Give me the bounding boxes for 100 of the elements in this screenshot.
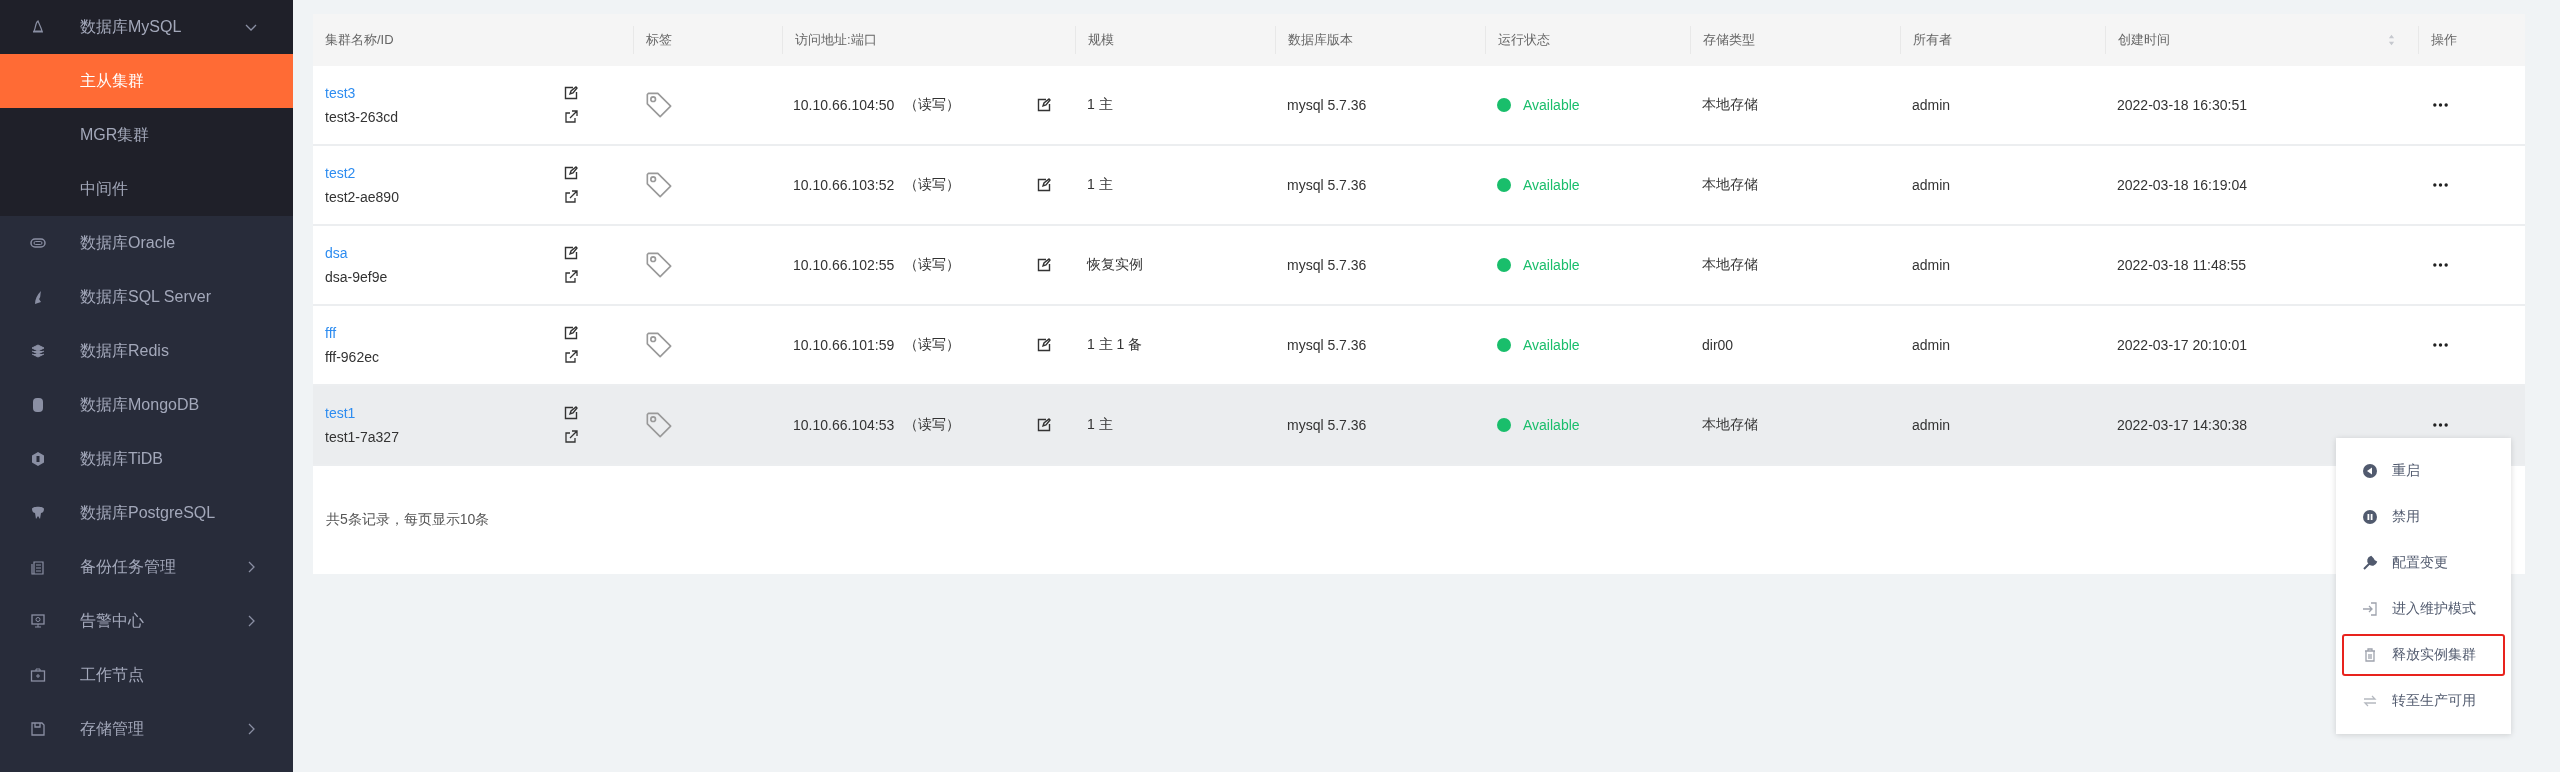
menu-item[interactable]: 配置变更 [2342, 542, 2505, 584]
record-count-text: 共5条记录，每页显示10条 [326, 511, 490, 529]
column-header: 集群名称/ID [325, 31, 394, 49]
status-dot [1497, 98, 1511, 112]
edit-icon[interactable] [564, 166, 578, 180]
submenu-item[interactable]: 中间件 [0, 162, 293, 216]
cluster-name-link[interactable]: fff [325, 325, 379, 341]
cluster-name-link[interactable]: dsa [325, 245, 388, 261]
wrench-icon [2362, 555, 2378, 571]
edit-icon[interactable] [1037, 98, 1051, 112]
restart-icon [2362, 463, 2378, 479]
hexagon-icon [30, 451, 46, 467]
sidebar-item[interactable]: 数据库MySQL [0, 0, 293, 54]
table-cell: 恢复实例 [1087, 256, 1143, 274]
sidebar-item[interactable]: 备份任务管理 [0, 540, 293, 594]
status-dot [1497, 178, 1511, 192]
sidebar-item[interactable]: 数据库Oracle [0, 216, 293, 270]
table-cell: mysql 5.7.36 [1287, 97, 1367, 113]
sidebar-item[interactable]: 工作节点 [0, 648, 293, 702]
table-cell: mysql 5.7.36 [1287, 257, 1367, 273]
sidebar-item[interactable]: 数据库Redis [0, 324, 293, 378]
table-cell: 2022-03-18 16:30:51 [2117, 97, 2247, 113]
access-mode: （读写） [904, 96, 961, 114]
status-text: Available [1523, 97, 1580, 113]
table-cell: 本地存储 [1702, 176, 1758, 194]
access-mode: （读写） [904, 336, 961, 354]
table-cell: 2022-03-18 16:19:04 [2117, 177, 2247, 193]
more-icon[interactable] [2432, 343, 2449, 347]
table-cell: admin [1912, 337, 1951, 353]
link-icon[interactable] [564, 350, 578, 364]
tag-icon[interactable] [645, 91, 673, 119]
save-icon [30, 721, 46, 737]
status-dot [1497, 418, 1511, 432]
table-row[interactable]: test3 test3-263cd 10.10.66.104:50 （读写） 1 主 mysql 5.7.36 Available 本地存储 admin 2022-03-18 16:30:51 [313, 66, 2525, 146]
toolbox-icon [30, 667, 46, 683]
table-cell: 本地存储 [1702, 416, 1758, 434]
table-row[interactable]: test2 test2-ae890 10.10.66.103:52 （读写） 1 主 mysql 5.7.36 Available 本地存储 admin 2022-03-18 16:19:04 [313, 146, 2525, 226]
cluster-name-link[interactable]: test2 [325, 165, 399, 181]
column-header: 运行状态 [1498, 31, 1550, 49]
menu-item[interactable]: 禁用 [2342, 496, 2505, 538]
address-text: 10.10.66.104:53 [793, 417, 895, 433]
table-cell: mysql 5.7.36 [1287, 417, 1367, 433]
tag-icon[interactable] [645, 331, 673, 359]
table-cell: 2022-03-17 20:10:01 [2117, 337, 2247, 353]
edit-icon[interactable] [1037, 418, 1051, 432]
address-text: 10.10.66.102:55 [793, 257, 895, 273]
menu-item[interactable]: 释放实例集群 [2342, 634, 2505, 676]
link-icon[interactable] [564, 190, 578, 204]
address-text: 10.10.66.101:59 [793, 337, 895, 353]
sidebar-item[interactable]: 数据库PostgreSQL [0, 486, 293, 540]
enter-icon [2362, 601, 2378, 617]
more-icon[interactable] [2432, 103, 2449, 107]
sidebar-item[interactable]: 数据库SQL Server [0, 270, 293, 324]
sidebar-item[interactable]: 数据库TiDB [0, 432, 293, 486]
table-row[interactable]: dsa dsa-9ef9e 10.10.66.102:55 （读写） 恢复实例 mysql 5.7.36 Available 本地存储 admin 2022-03-18 11:48:55 [313, 226, 2525, 306]
column-header: 数据库版本 [1288, 31, 1353, 49]
table-cell: 本地存储 [1702, 256, 1758, 274]
cluster-name-link[interactable]: test3 [325, 85, 399, 101]
edit-icon[interactable] [1037, 258, 1051, 272]
column-header: 标签 [646, 31, 672, 49]
more-icon[interactable] [2432, 183, 2449, 187]
column-header: 操作 [2431, 31, 2457, 49]
status-text: Available [1523, 337, 1580, 353]
edit-icon[interactable] [1037, 338, 1051, 352]
cylinder-icon [30, 397, 46, 413]
more-icon[interactable] [2432, 263, 2449, 267]
edit-icon[interactable] [564, 86, 578, 100]
menu-item[interactable]: 进入维护模式 [2342, 588, 2505, 630]
tag-icon[interactable] [645, 251, 673, 279]
sidebar-item[interactable]: 告警中心 [0, 594, 293, 648]
table-cell: mysql 5.7.36 [1287, 337, 1367, 353]
address-text: 10.10.66.104:50 [793, 97, 895, 113]
table-cell: admin [1912, 177, 1951, 193]
cluster-id: test3-263cd [325, 109, 399, 125]
table-cell: 2022-03-17 14:30:38 [2117, 417, 2247, 433]
tag-icon[interactable] [645, 171, 673, 199]
submenu-item[interactable]: MGR集群 [0, 108, 293, 162]
sidebar-item[interactable]: 数据库MongoDB [0, 378, 293, 432]
monitor-icon [30, 613, 46, 629]
link-icon[interactable] [564, 110, 578, 124]
link-icon[interactable] [564, 430, 578, 444]
link-icon[interactable] [564, 270, 578, 284]
edit-icon[interactable] [1037, 178, 1051, 192]
more-icon[interactable] [2432, 423, 2449, 427]
status-dot [1497, 338, 1511, 352]
column-header: 创建时间 [2118, 31, 2170, 49]
edit-icon[interactable] [564, 246, 578, 260]
column-header: 所有者 [1913, 31, 1952, 49]
pause-icon [2362, 509, 2378, 525]
trash-icon [2362, 647, 2378, 663]
status-text: Available [1523, 417, 1580, 433]
table-cell: admin [1912, 417, 1951, 433]
access-mode: （读写） [904, 176, 961, 194]
swap-icon [2362, 693, 2378, 709]
edit-icon[interactable] [564, 406, 578, 420]
edit-icon[interactable] [564, 326, 578, 340]
sidebar-item[interactable]: 存储管理 [0, 702, 293, 756]
menu-item[interactable]: 转至生产可用 [2342, 680, 2505, 722]
table-cell: 1 主 [1087, 176, 1113, 194]
table-cell: 1 主 1 备 [1087, 336, 1143, 354]
